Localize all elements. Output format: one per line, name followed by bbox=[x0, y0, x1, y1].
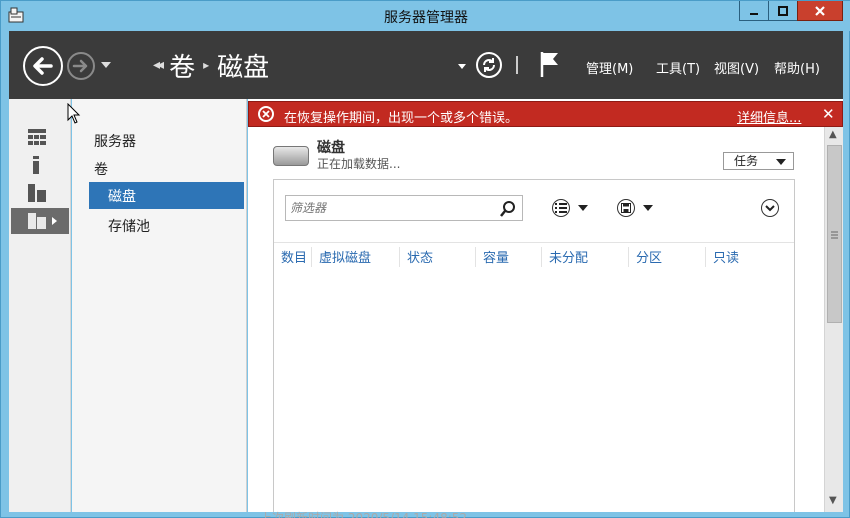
breadcrumb-separator-icon: ▸ bbox=[203, 58, 210, 72]
breadcrumb: ◂◂ 卷 ▸ 磁盘 bbox=[153, 47, 270, 84]
close-icon[interactable]: ✕ bbox=[822, 105, 835, 123]
maximize-icon bbox=[778, 5, 788, 16]
tasks-label: 任务 bbox=[734, 154, 759, 168]
forward-button[interactable] bbox=[67, 52, 95, 80]
nav-item-disks[interactable]: 磁盘 bbox=[89, 182, 244, 209]
column-virtual-disk[interactable]: 虚拟磁盘 bbox=[312, 247, 400, 267]
notifications-flag-icon[interactable] bbox=[539, 50, 561, 78]
main-content: 在恢复操作期间，出现一个或多个错误。 详细信息... ✕ 磁盘 正在加载数据..… bbox=[248, 99, 843, 518]
chevron-down-icon[interactable] bbox=[458, 64, 466, 69]
all-servers-icon bbox=[28, 184, 46, 202]
back-button[interactable] bbox=[23, 46, 63, 86]
rail-item-file-storage[interactable] bbox=[11, 208, 69, 234]
refresh-button[interactable] bbox=[476, 52, 502, 78]
chevron-down-icon bbox=[765, 205, 775, 212]
section-subtitle: 正在加载数据... bbox=[317, 157, 401, 171]
save-icon bbox=[617, 199, 635, 217]
window-title: 服务器管理器 bbox=[384, 10, 468, 26]
column-count[interactable]: 数目 bbox=[274, 247, 312, 267]
list-options-button[interactable] bbox=[552, 198, 596, 218]
menu-view[interactable]: 视图(V) bbox=[714, 58, 759, 77]
filter-input[interactable] bbox=[290, 199, 490, 217]
menu-help[interactable]: 帮助(H) bbox=[774, 58, 820, 77]
scroll-down-icon[interactable]: ▼ bbox=[829, 495, 837, 506]
icon-rail bbox=[9, 99, 71, 512]
table-header: 数目 虚拟磁盘 状态 容量 未分配 分区 只读 bbox=[274, 242, 794, 268]
save-query-button[interactable] bbox=[617, 198, 661, 218]
nav-item-storage-pools[interactable]: 存储池 bbox=[108, 216, 150, 236]
nav-pane: 服务器 卷 磁盘 存储池 bbox=[72, 99, 247, 512]
mouse-cursor-icon bbox=[67, 103, 81, 124]
server-manager-window: 服务器管理器 ◂◂ 卷 ▸ 磁盘 管理(M) 工具(T) 视图(V) 帮助(H)… bbox=[0, 0, 850, 518]
minimize-button[interactable] bbox=[739, 1, 769, 21]
rail-item-local-server[interactable] bbox=[11, 152, 69, 178]
column-readonly[interactable]: 只读 bbox=[706, 247, 792, 267]
dashboard-icon bbox=[28, 129, 46, 145]
menu-manage[interactable]: 管理(M) bbox=[586, 58, 633, 77]
disk-icon bbox=[273, 146, 309, 166]
column-partition[interactable]: 分区 bbox=[629, 247, 706, 267]
expand-button[interactable] bbox=[761, 199, 779, 217]
column-unallocated[interactable]: 未分配 bbox=[542, 247, 629, 267]
search-icon[interactable] bbox=[499, 200, 517, 218]
chevron-down-icon bbox=[643, 205, 653, 211]
rail-item-dashboard[interactable] bbox=[11, 124, 69, 150]
error-message: 在恢复操作期间，出现一个或多个错误。 bbox=[284, 111, 519, 126]
close-icon bbox=[815, 5, 825, 16]
error-details-link[interactable]: 详细信息... bbox=[737, 107, 801, 126]
history-dropdown-icon[interactable] bbox=[101, 62, 111, 68]
last-refresh-status: 上次刷新时间为 2020/5/14 15:48:52 bbox=[260, 511, 468, 518]
arrow-left-icon bbox=[33, 57, 53, 75]
breadcrumb-parent[interactable]: 卷 bbox=[169, 47, 195, 84]
filter-box[interactable] bbox=[285, 195, 523, 221]
section-title: 磁盘 bbox=[317, 140, 345, 156]
chevron-down-icon bbox=[776, 159, 786, 165]
header-bar: ◂◂ 卷 ▸ 磁盘 管理(M) 工具(T) 视图(V) 帮助(H) bbox=[9, 31, 843, 99]
tasks-dropdown[interactable]: 任务 bbox=[723, 152, 794, 170]
vertical-scrollbar[interactable]: ▲ ▼ bbox=[824, 127, 843, 512]
close-button[interactable] bbox=[797, 1, 843, 21]
window-controls bbox=[739, 1, 843, 21]
column-status[interactable]: 状态 bbox=[400, 247, 476, 267]
nav-item-servers[interactable]: 服务器 bbox=[94, 131, 136, 151]
chevron-down-icon bbox=[578, 205, 588, 211]
breadcrumb-overflow-icon[interactable]: ◂◂ bbox=[153, 57, 164, 73]
column-capacity[interactable]: 容量 bbox=[476, 247, 542, 267]
arrow-right-icon bbox=[72, 59, 88, 73]
rail-item-all-servers[interactable] bbox=[11, 180, 69, 206]
error-icon bbox=[258, 106, 274, 122]
breadcrumb-current: 磁盘 bbox=[217, 52, 270, 83]
file-storage-icon bbox=[28, 213, 57, 229]
grip-icon bbox=[831, 231, 838, 239]
title-bar[interactable]: 服务器管理器 bbox=[1, 1, 850, 31]
disks-panel: 数目 虚拟磁盘 状态 容量 未分配 分区 只读 bbox=[273, 179, 795, 512]
maximize-button[interactable] bbox=[768, 1, 798, 21]
refresh-icon bbox=[483, 58, 495, 72]
error-notification-bar: 在恢复操作期间，出现一个或多个错误。 详细信息... ✕ bbox=[248, 101, 843, 127]
list-icon bbox=[552, 199, 570, 217]
menu-tools[interactable]: 工具(T) bbox=[656, 58, 700, 77]
nav-item-volumes[interactable]: 卷 bbox=[94, 159, 108, 179]
header-divider bbox=[516, 56, 518, 74]
scrollbar-thumb[interactable] bbox=[827, 145, 842, 323]
minimize-icon bbox=[750, 12, 758, 15]
local-server-icon bbox=[33, 156, 39, 174]
scroll-up-icon[interactable]: ▲ bbox=[829, 129, 837, 140]
